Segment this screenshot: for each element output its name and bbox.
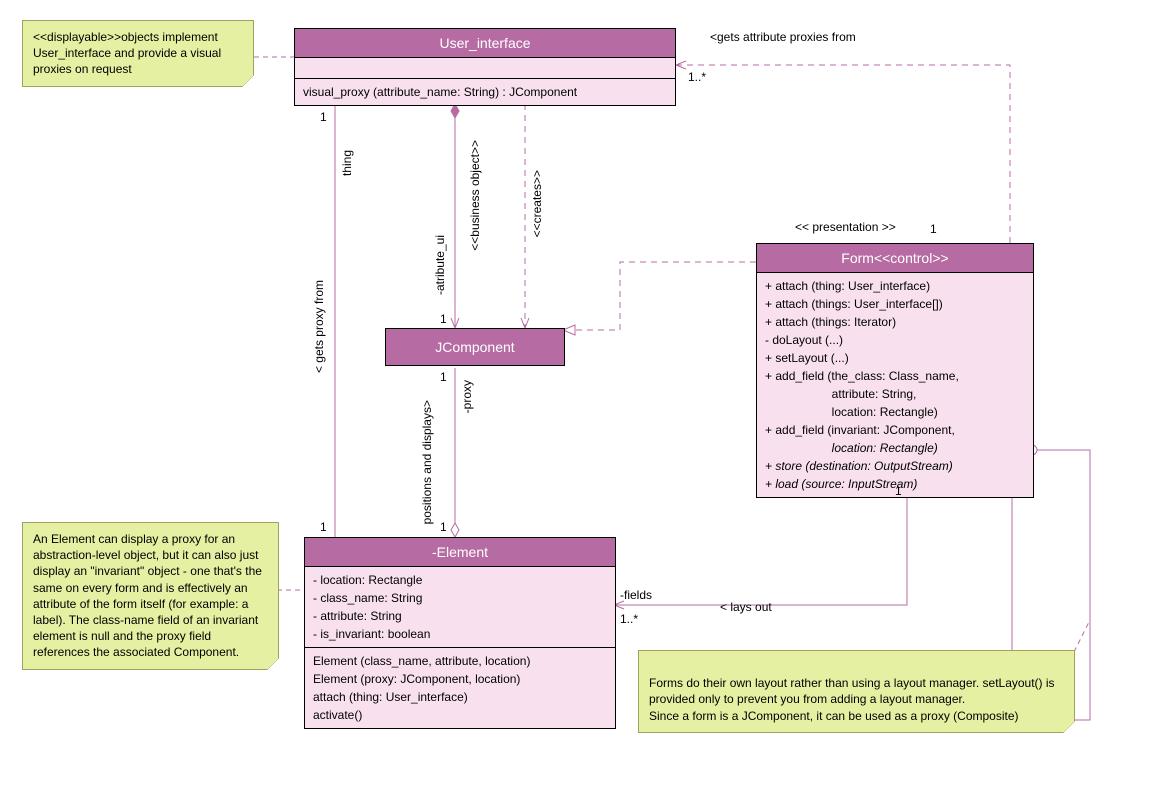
class-user-interface: User_interface visual_proxy (attribute_n… [294, 28, 676, 106]
class-title: Form<<control>> [757, 244, 1033, 273]
label-mult: 1 [320, 110, 327, 124]
label-proxy: -proxy [460, 380, 474, 413]
note-form: Forms do their own layout rather than us… [638, 650, 1075, 733]
label-gets-proxies: <gets attribute proxies from [710, 30, 856, 44]
class-ops: Element (class_name, attribute, location… [305, 648, 615, 728]
op-row: attach (thing: User_interface) [313, 688, 607, 706]
attr-row: - location: Rectangle [313, 571, 607, 589]
label-creates: <<creates>> [530, 170, 544, 237]
label-gets-proxy-from: < gets proxy from [312, 280, 326, 373]
label-mult: 1 [930, 222, 937, 236]
label-lays-out: < lays out [720, 600, 772, 614]
label-atribute-ui: -atribute_ui [433, 235, 447, 295]
class-title: User_interface [295, 29, 675, 58]
op-row: Element (class_name, attribute, location… [313, 652, 607, 670]
op-row: + setLayout (...) [765, 349, 1025, 367]
op-row: + store (destination: OutputStream) [765, 457, 1025, 475]
label-mult: 1..* [688, 70, 706, 84]
note-text: <<displayable>>objects implement User_in… [33, 30, 221, 76]
attr-row: - class_name: String [313, 589, 607, 607]
note-displayable: <<displayable>>objects implement User_in… [22, 20, 254, 87]
class-jcomponent: JComponent [385, 328, 565, 366]
label-presentation: << presentation >> [795, 220, 896, 234]
note-element: An Element can display a proxy for an ab… [22, 522, 279, 670]
op-row: - doLayout (...) [765, 331, 1025, 349]
note-text: Forms do their own layout rather than us… [649, 676, 1055, 722]
class-attrs: - location: Rectangle - class_name: Stri… [305, 567, 615, 648]
label-thing: thing [340, 150, 354, 176]
label-mult: 1..* [620, 612, 638, 626]
class-empty-attrs [295, 58, 675, 79]
op-row: + attach (thing: User_interface) [765, 277, 1025, 295]
label-fields: -fields [620, 588, 652, 602]
op-row: Element (proxy: JComponent, location) [313, 670, 607, 688]
op-row: + add_field (the_class: Class_name, [765, 367, 1025, 385]
attr-row: - attribute: String [313, 607, 607, 625]
attr-row: - is_invariant: boolean [313, 625, 607, 643]
class-title: -Element [305, 538, 615, 567]
class-element: -Element - location: Rectangle - class_n… [304, 537, 616, 729]
op-row: + attach (things: Iterator) [765, 313, 1025, 331]
op-row: location: Rectangle) [765, 403, 1025, 421]
class-title: JComponent [386, 329, 564, 365]
op-row: visual_proxy (attribute_name: String) : … [303, 83, 667, 101]
label-mult: 1 [440, 520, 447, 534]
note-text: An Element can display a proxy for an ab… [33, 532, 262, 659]
label-positions-displays: positions and displays> [420, 400, 434, 524]
class-form: Form<<control>> + attach (thing: User_in… [756, 243, 1034, 498]
label-mult: 1 [440, 312, 447, 326]
op-row: + attach (things: User_interface[]) [765, 295, 1025, 313]
class-ops: visual_proxy (attribute_name: String) : … [295, 79, 675, 105]
op-row: + add_field (invariant: JComponent, [765, 421, 1025, 439]
label-business-object: <<business object>> [468, 140, 482, 251]
label-mult: 1 [440, 370, 447, 384]
op-row: attribute: String, [765, 385, 1025, 403]
op-row: activate() [313, 706, 607, 724]
op-row: location: Rectangle) [765, 439, 1025, 457]
class-ops: + attach (thing: User_interface) + attac… [757, 273, 1033, 497]
label-mult: 1 [320, 520, 327, 534]
label-mult: 1 [895, 484, 902, 498]
